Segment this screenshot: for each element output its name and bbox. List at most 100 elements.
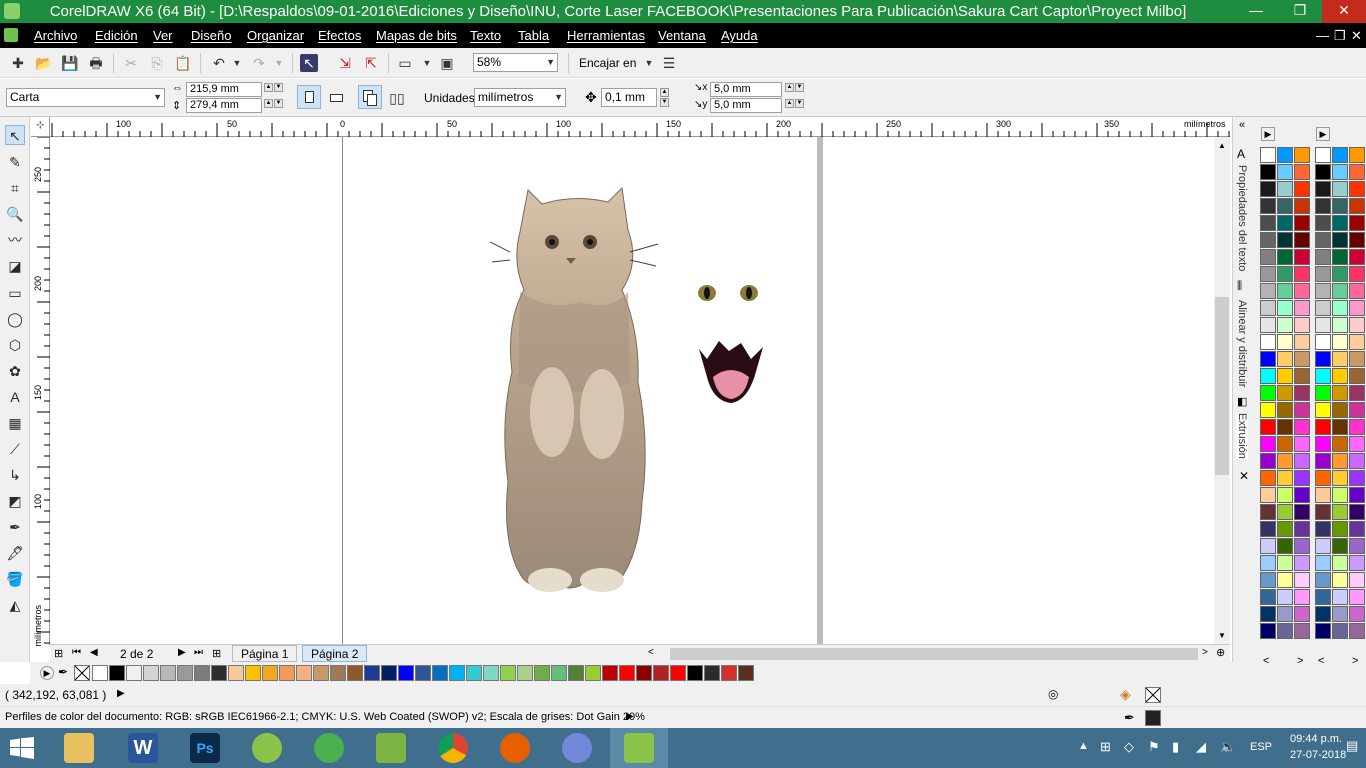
color-swatch[interactable]: [1294, 198, 1310, 214]
color-swatch[interactable]: [1277, 555, 1293, 571]
new-document-icon[interactable]: ✚: [9, 54, 27, 72]
color-swatch[interactable]: [1260, 555, 1276, 571]
color-swatch[interactable]: [1260, 572, 1276, 588]
eyedropper-tool-icon[interactable]: ✒: [5, 517, 25, 537]
color-swatch[interactable]: [1294, 385, 1310, 401]
color-swatch[interactable]: [1332, 198, 1348, 214]
color-swatch[interactable]: [1277, 181, 1293, 197]
color-swatch[interactable]: [1260, 402, 1276, 418]
color-swatch[interactable]: [1277, 368, 1293, 384]
color-swatch[interactable]: [1260, 334, 1276, 350]
palette-color-swatch[interactable]: [160, 665, 176, 681]
doc-close-button[interactable]: ✕: [1351, 28, 1362, 44]
color-swatch[interactable]: [1277, 538, 1293, 554]
units-select[interactable]: milímetros ▼: [474, 88, 566, 107]
color-swatch[interactable]: [1349, 300, 1365, 316]
color-swatch[interactable]: [1294, 368, 1310, 384]
color-swatch[interactable]: [1349, 215, 1365, 231]
taskbar-coreldraw-active[interactable]: [610, 728, 668, 768]
taskbar-coreldraw-2[interactable]: [300, 728, 358, 768]
color-swatch[interactable]: [1315, 402, 1331, 418]
color-swatch[interactable]: [1260, 521, 1276, 537]
color-swatch[interactable]: [1349, 181, 1365, 197]
color-swatch[interactable]: [1260, 538, 1276, 554]
color-swatch[interactable]: [1349, 283, 1365, 299]
color-swatch[interactable]: [1315, 606, 1331, 622]
palette-eyedropper-icon[interactable]: ✒: [58, 665, 68, 679]
next-page-button[interactable]: ▶: [178, 647, 186, 658]
color-swatch[interactable]: [1294, 266, 1310, 282]
color-swatch[interactable]: [1349, 232, 1365, 248]
color-swatch[interactable]: [1332, 249, 1348, 265]
coords-arrow-icon[interactable]: ▶: [117, 688, 125, 699]
palette-color-swatch[interactable]: [636, 665, 652, 681]
color-swatch[interactable]: [1332, 402, 1348, 418]
cat-mouth-shape[interactable]: [695, 337, 767, 407]
color-swatch[interactable]: [1315, 249, 1331, 265]
color-swatch[interactable]: [1315, 555, 1331, 571]
navigator-icon[interactable]: ⊕: [1216, 646, 1225, 659]
color-swatch[interactable]: [1294, 402, 1310, 418]
open-icon[interactable]: 📂: [35, 54, 53, 72]
color-swatch[interactable]: [1315, 589, 1331, 605]
color-swatch[interactable]: [1277, 521, 1293, 537]
page-height-field[interactable]: 279,4 mm: [186, 98, 262, 113]
color-swatch[interactable]: [1294, 164, 1310, 180]
color-swatch[interactable]: [1260, 470, 1276, 486]
color-swatch[interactable]: [1277, 300, 1293, 316]
color-swatch[interactable]: [1332, 538, 1348, 554]
color-swatch[interactable]: [1315, 232, 1331, 248]
palette-color-swatch[interactable]: [500, 665, 516, 681]
color-swatch[interactable]: [1294, 249, 1310, 265]
color-swatch[interactable]: [1332, 606, 1348, 622]
palette-color-swatch[interactable]: [296, 665, 312, 681]
color-swatch[interactable]: [1277, 453, 1293, 469]
color-swatch[interactable]: [1260, 215, 1276, 231]
height-spin-up[interactable]: ▲: [264, 99, 273, 108]
palette-color-swatch[interactable]: [568, 665, 584, 681]
docker-tab-text-properties[interactable]: Propiedades del texto: [1236, 165, 1248, 271]
color-swatch[interactable]: [1277, 266, 1293, 282]
first-page-button[interactable]: ⏮: [72, 647, 81, 658]
palette-color-swatch[interactable]: [483, 665, 499, 681]
docker-tab-align-distribute[interactable]: Alinear y distribuir: [1236, 300, 1248, 387]
all-pages-button[interactable]: [358, 85, 382, 109]
color-swatch[interactable]: [1260, 317, 1276, 333]
color-swatch[interactable]: [1294, 317, 1310, 333]
doc-restore-button[interactable]: ❐: [1334, 28, 1346, 44]
color-swatch[interactable]: [1315, 419, 1331, 435]
interactive-fill-tool-icon[interactable]: ◭: [5, 595, 25, 615]
rectangle-tool-icon[interactable]: ▭: [5, 283, 25, 303]
color-swatch[interactable]: [1260, 419, 1276, 435]
add-page-after-icon[interactable]: ⊞: [212, 647, 221, 660]
redo-dropdown-icon[interactable]: ▼: [270, 54, 288, 72]
palette-color-swatch[interactable]: [415, 665, 431, 681]
taskbar-word[interactable]: W: [114, 728, 172, 768]
palette-color-swatch[interactable]: [517, 665, 533, 681]
color-swatch[interactable]: [1260, 623, 1276, 639]
color-swatch[interactable]: [1294, 470, 1310, 486]
palette-color-swatch[interactable]: [653, 665, 669, 681]
palette-color-swatch[interactable]: [687, 665, 703, 681]
tray-date[interactable]: 27-07-2018: [1290, 749, 1346, 761]
color-swatch[interactable]: [1349, 266, 1365, 282]
palette-color-swatch[interactable]: [194, 665, 210, 681]
color-swatch[interactable]: [1315, 351, 1331, 367]
taskbar-chrome[interactable]: [424, 728, 482, 768]
color-swatch[interactable]: [1349, 606, 1365, 622]
pick-tool-icon[interactable]: ↖: [5, 125, 25, 145]
outline-color-swatch[interactable]: [1145, 710, 1161, 726]
color-swatch[interactable]: [1349, 164, 1365, 180]
height-spin-down[interactable]: ▼: [274, 99, 283, 108]
redo-icon[interactable]: ↷: [250, 54, 268, 72]
connector-tool-icon[interactable]: ↳: [5, 465, 25, 485]
palette-color-swatch[interactable]: [92, 665, 108, 681]
color-swatch[interactable]: [1349, 419, 1365, 435]
docker-tab-extrusion[interactable]: Extrusión: [1236, 413, 1248, 459]
doc-minimize-button[interactable]: —: [1316, 28, 1329, 43]
color-swatch[interactable]: [1349, 402, 1365, 418]
collapse-dockers-icon[interactable]: «: [1239, 119, 1245, 131]
color-swatch[interactable]: [1260, 368, 1276, 384]
palette-color-swatch[interactable]: [738, 665, 754, 681]
color-swatch[interactable]: [1260, 181, 1276, 197]
